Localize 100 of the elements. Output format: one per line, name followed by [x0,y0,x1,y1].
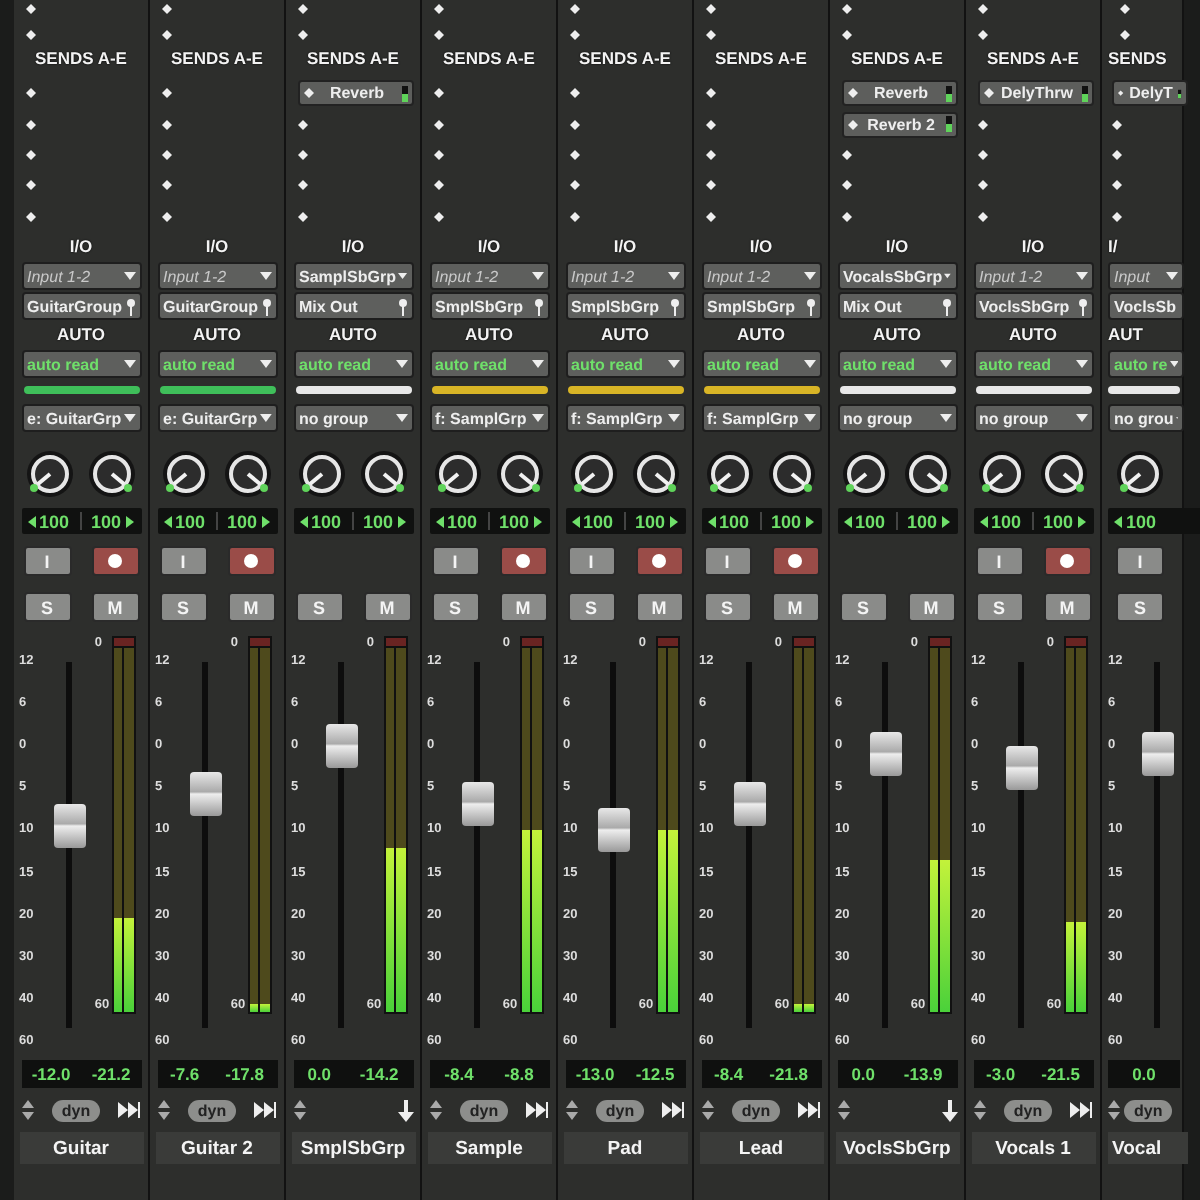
fader-handle[interactable] [1142,731,1174,776]
solo-button[interactable]: S [159,592,207,622]
solo-button[interactable]: S [431,592,479,622]
automation-selector[interactable]: auto read [837,350,957,378]
input-selector[interactable]: Input 1-2 [565,262,685,290]
input-selector[interactable]: Input 1-2 [429,262,549,290]
dyn-button[interactable]: dyn [1003,1099,1053,1121]
solo-button[interactable]: S [703,592,751,622]
mute-button[interactable]: M [1043,592,1091,622]
fader-handle[interactable] [325,724,357,769]
fast-forward-icon[interactable] [254,1102,277,1118]
stepper-icon[interactable] [565,1100,577,1120]
pan-knob[interactable] [434,450,482,498]
send-button[interactable]: Reverb [841,80,957,107]
stepper-icon[interactable] [21,1100,33,1120]
input-monitor-button[interactable]: I [23,546,71,576]
automation-selector[interactable]: auto read [701,350,821,378]
output-selector[interactable]: SmplSbGrp [701,292,821,320]
pan-knob[interactable] [706,450,754,498]
group-selector[interactable]: f: SamplGrp [429,404,549,432]
mute-button[interactable]: M [635,592,683,622]
automation-selector[interactable]: auto read [21,350,141,378]
input-monitor-button[interactable]: I [159,546,207,576]
input-selector[interactable]: Input 1-2 [21,262,141,290]
stepper-icon[interactable] [293,1100,305,1120]
track-name[interactable]: Pad [563,1132,687,1164]
pan-knob[interactable] [496,450,544,498]
input-selector[interactable]: Input 1-2 [701,262,821,290]
output-selector[interactable]: VoclsSb [1108,292,1184,320]
solo-button[interactable]: S [975,592,1023,622]
input-selector[interactable]: VocalsSbGrp [837,262,957,290]
pan-knob[interactable] [224,450,272,498]
fader-handle[interactable] [1005,746,1037,791]
record-button[interactable] [1043,546,1091,576]
solo-button[interactable]: S [23,592,71,622]
stepper-icon[interactable] [429,1100,441,1120]
pan-knob[interactable] [768,450,816,498]
record-button[interactable] [771,546,819,576]
mute-button[interactable]: M [91,592,139,622]
automation-selector[interactable]: auto read [565,350,685,378]
mute-button[interactable]: M [499,592,547,622]
input-selector[interactable]: Input 1-2 [157,262,277,290]
mute-button[interactable]: M [771,592,819,622]
group-selector[interactable]: e: GuitarGrp [157,404,277,432]
track-name[interactable]: SmplSbGrp [291,1132,415,1164]
dyn-button[interactable]: dyn [187,1099,237,1121]
group-selector[interactable]: e: GuitarGrp [21,404,141,432]
fast-forward-icon[interactable] [526,1102,549,1118]
stepper-icon[interactable] [157,1100,169,1120]
send-button[interactable]: DelyT [1112,80,1188,107]
record-button[interactable] [227,546,275,576]
solo-button[interactable]: S [295,592,343,622]
track-name[interactable]: VoclsSbGrp [835,1132,959,1164]
record-button[interactable] [635,546,683,576]
dyn-button[interactable]: dyn [459,1099,509,1121]
track-name[interactable]: Guitar [19,1132,143,1164]
solo-button[interactable]: S [567,592,615,622]
pan-knob[interactable] [632,450,680,498]
fader-handle[interactable] [733,782,765,827]
group-selector[interactable]: f: SamplGrp [565,404,685,432]
dyn-button[interactable]: dyn [595,1099,645,1121]
down-arrow-icon[interactable] [397,1099,413,1121]
track-name[interactable]: Vocal [1108,1132,1188,1164]
fader-handle[interactable] [461,782,493,827]
output-selector[interactable]: SmplSbGrp [429,292,549,320]
pan-knob[interactable] [904,450,952,498]
output-selector[interactable]: GuitarGroup [21,292,141,320]
automation-selector[interactable]: auto re [1108,350,1184,378]
fader-handle[interactable] [869,731,901,776]
input-selector[interactable]: SamplSbGrp [293,262,413,290]
dyn-button[interactable]: dyn [731,1099,781,1121]
group-selector[interactable]: f: SamplGrp [701,404,821,432]
automation-selector[interactable]: auto read [293,350,413,378]
record-button[interactable] [91,546,139,576]
fast-forward-icon[interactable] [118,1102,141,1118]
mute-button[interactable]: M [227,592,275,622]
dyn-button[interactable]: dyn [1124,1099,1173,1121]
record-button[interactable] [499,546,547,576]
dyn-button[interactable]: dyn [51,1099,101,1121]
pan-knob[interactable] [1040,450,1088,498]
send-button[interactable]: DelyThrw [977,80,1093,107]
output-selector[interactable]: GuitarGroup [157,292,277,320]
send-button[interactable]: Reverb 2 [841,111,957,138]
group-selector[interactable]: no group [837,404,957,432]
pan-knob[interactable] [162,450,210,498]
input-monitor-button[interactable]: I [567,546,615,576]
pan-knob[interactable] [88,450,136,498]
down-arrow-icon[interactable] [941,1099,957,1121]
stepper-icon[interactable] [837,1100,849,1120]
mute-button[interactable]: M [907,592,955,622]
group-selector[interactable]: no group [973,404,1093,432]
pan-knob[interactable] [26,450,74,498]
fast-forward-icon[interactable] [1070,1102,1093,1118]
pan-knob[interactable] [842,450,890,498]
output-selector[interactable]: SmplSbGrp [565,292,685,320]
automation-selector[interactable]: auto read [157,350,277,378]
track-name[interactable]: Vocals 1 [971,1132,1095,1164]
fader-handle[interactable] [189,771,221,816]
automation-selector[interactable]: auto read [429,350,549,378]
output-selector[interactable]: Mix Out [837,292,957,320]
